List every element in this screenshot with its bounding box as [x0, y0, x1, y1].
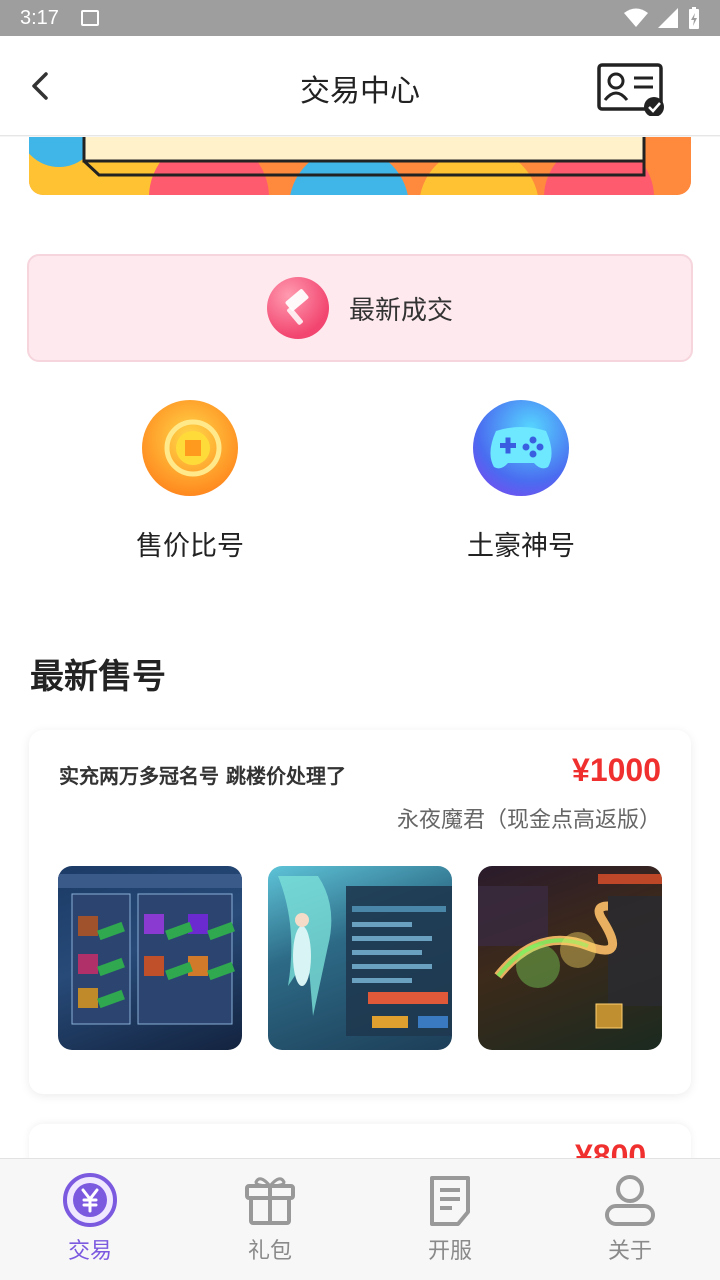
- tab-about[interactable]: 关于: [540, 1159, 720, 1280]
- listing-price: ¥800: [575, 1138, 647, 1158]
- gamepad-icon: [473, 400, 569, 496]
- coin-icon: [142, 400, 238, 496]
- id-card-verified-icon[interactable]: [596, 62, 668, 116]
- tab-gift[interactable]: 礼包: [180, 1159, 360, 1280]
- gavel-icon: [266, 277, 329, 339]
- tab-label: 礼包: [247, 1239, 292, 1264]
- listing-screenshot[interactable]: [268, 866, 452, 1050]
- battery-icon: [689, 7, 699, 29]
- status-time: 3:17: [20, 6, 59, 29]
- status-icons: [624, 7, 700, 29]
- listing-screenshot[interactable]: [478, 866, 662, 1050]
- app-bar: 交易中心: [0, 36, 720, 136]
- image-notification-icon: [80, 10, 99, 26]
- listing-card[interactable]: ¥800: [29, 1124, 691, 1158]
- listing-title: 实充两万多冠名号 跳楼价处理了: [59, 764, 346, 788]
- listing-screenshot[interactable]: [58, 866, 242, 1050]
- gift-icon: [241, 1171, 299, 1229]
- bottom-tab-bar: 交易 礼包 开服 关于: [0, 1158, 720, 1280]
- tab-server[interactable]: 开服: [360, 1159, 540, 1280]
- yen-icon: [61, 1171, 119, 1229]
- category-label: 土豪神号: [467, 531, 575, 562]
- document-icon: [421, 1171, 479, 1229]
- status-bar: 3:17: [0, 0, 720, 36]
- latest-deals-label: 最新成交: [348, 295, 453, 326]
- tab-label: 开服: [427, 1239, 472, 1264]
- tab-trade[interactable]: 交易: [0, 1159, 180, 1280]
- user-icon: [601, 1171, 659, 1229]
- tab-label: 交易: [67, 1239, 112, 1264]
- section-title: 最新售号: [30, 657, 166, 697]
- main-content[interactable]: 最新成交 售价比号 土豪神号 最新售号 实充两万多冠名号 跳楼价处理了 ¥100…: [0, 137, 720, 1158]
- category-rich-accounts[interactable]: 土豪神号: [421, 400, 621, 563]
- promo-banner[interactable]: [29, 137, 691, 195]
- wifi-icon: [624, 8, 648, 27]
- listing-card[interactable]: 实充两万多冠名号 跳楼价处理了 ¥1000 永夜魔君（现金点高返版）: [29, 730, 691, 1094]
- listing-game-name: 永夜魔君（现金点高返版）: [396, 808, 661, 833]
- category-label: 售价比号: [136, 531, 244, 562]
- category-price-compare[interactable]: 售价比号: [90, 400, 290, 563]
- signal-icon: [658, 8, 678, 28]
- listing-price: ¥1000: [572, 752, 661, 788]
- latest-deals-button[interactable]: 最新成交: [27, 254, 693, 362]
- tab-label: 关于: [607, 1239, 652, 1264]
